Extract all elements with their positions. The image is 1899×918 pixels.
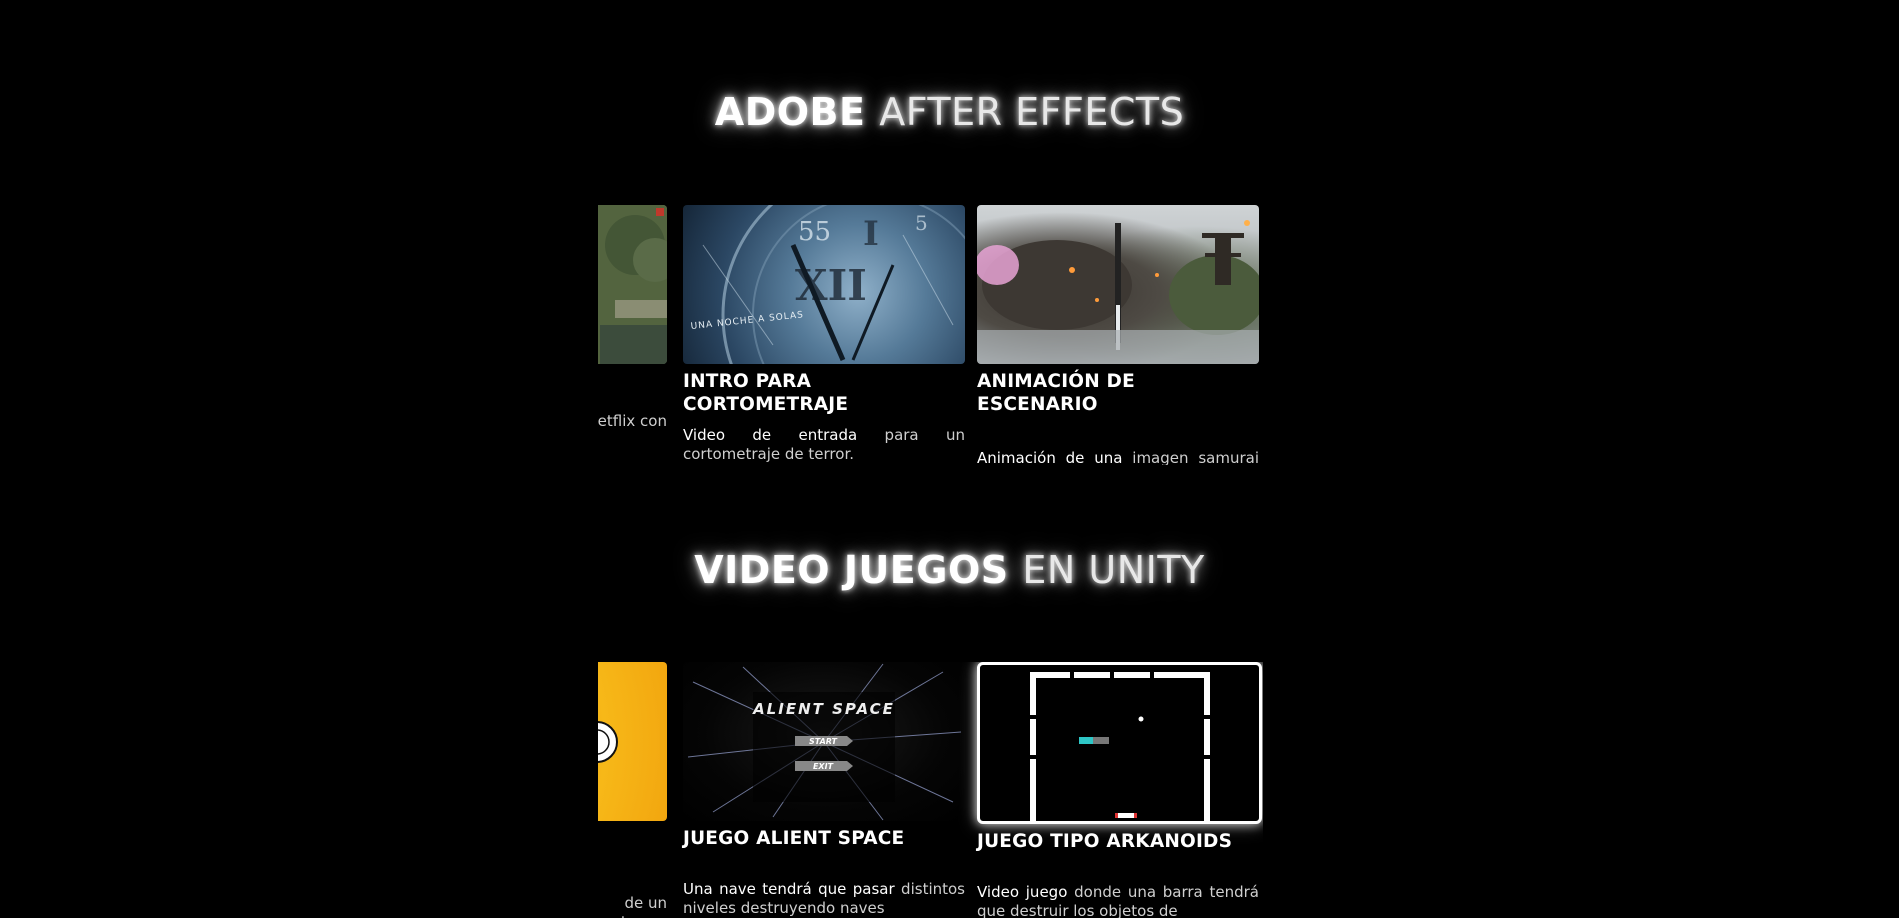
- section-title-light: AFTER EFFECTS: [879, 90, 1185, 134]
- svg-text:5: 5: [915, 211, 928, 235]
- card-title: JUEGO ALIENT SPACE: [683, 828, 905, 849]
- card-title: INTRO PARA CORTOMETRAJE: [683, 371, 849, 415]
- svg-text:UNA NOCHE A SOLAS: UNA NOCHE A SOLAS: [690, 310, 804, 332]
- svg-text:EXIT: EXIT: [813, 762, 834, 771]
- project-thumbnail[interactable]: [977, 205, 1259, 364]
- project-card-arkanoids[interactable]: JUEGO TIPO ARKANOIDS Video juego donde u…: [977, 662, 1262, 918]
- card-title: ANIMACIÓN DE ESCENARIO: [977, 371, 1135, 415]
- section-title-video-juegos: VIDEO JUEGOS EN UNITY: [0, 548, 1899, 592]
- card-description: letflix con: [598, 412, 667, 431]
- card-description: Video juego donde una barra tendrá que d…: [977, 883, 1259, 918]
- video-juegos-carousel[interactable]: de un e atrapar: [598, 662, 1263, 918]
- project-thumbnail[interactable]: ALIENT SPACE START EXIT: [683, 662, 965, 821]
- card-description: de un e atrapar: [598, 875, 667, 918]
- yellow-game-image: [598, 721, 618, 763]
- after-effects-carousel[interactable]: letflix con 55 XII I 5 UNA NOCHE A SOLAS: [598, 205, 1263, 465]
- portfolio-page: ADOBE AFTER EFFECTS letflix con 55 XII I…: [0, 0, 1899, 918]
- alient-space-image: ALIENT SPACE START EXIT: [687, 663, 962, 821]
- project-thumbnail[interactable]: 55 XII I 5 UNA NOCHE A SOLAS: [683, 205, 965, 364]
- card-desc-highlight: Animación de una: [977, 449, 1123, 465]
- card-description: Video de entrada para un cortometraje de…: [683, 426, 965, 464]
- project-card-netflix[interactable]: letflix con: [598, 205, 667, 431]
- arkanoids-image: [1030, 672, 1210, 821]
- card-desc-text: de un e atrapar: [598, 894, 667, 918]
- park-scene-image: [598, 205, 667, 364]
- section-title-bold: ADOBE: [714, 90, 866, 134]
- section-title-after-effects: ADOBE AFTER EFFECTS: [0, 90, 1899, 134]
- card-desc-highlight: Video de entrada: [683, 426, 858, 444]
- card-title: JUEGO TIPO ARKANOIDS: [977, 831, 1233, 852]
- svg-text:55: 55: [798, 217, 831, 247]
- card-description: Una nave tendrá que pasar distintos nive…: [683, 880, 965, 918]
- project-card-intro-cortometraje[interactable]: 55 XII I 5 UNA NOCHE A SOLAS INTRO PARA …: [683, 205, 965, 464]
- svg-text:ALIENT SPACE: ALIENT SPACE: [752, 700, 895, 718]
- project-thumbnail[interactable]: [977, 662, 1262, 824]
- card-description: Animación de una imagen samurai estática…: [977, 449, 1259, 465]
- card-desc-highlight: Una nave tendrá que pasar: [683, 880, 895, 898]
- section-title-bold: VIDEO JUEGOS: [694, 548, 1009, 592]
- project-thumbnail[interactable]: [598, 205, 667, 364]
- card-desc-highlight: Video juego: [977, 883, 1068, 901]
- svg-text:I: I: [863, 214, 879, 254]
- project-card-partial-game[interactable]: de un e atrapar: [598, 662, 667, 918]
- card-desc-text: letflix con: [598, 412, 667, 430]
- svg-text:START: START: [809, 737, 838, 746]
- samurai-scene-image: [977, 220, 1259, 364]
- section-title-light: EN UNITY: [1022, 548, 1205, 592]
- project-card-animacion-escenario[interactable]: ANIMACIÓN DE ESCENARIO Animación de una …: [977, 205, 1259, 465]
- project-card-alient-space[interactable]: ALIENT SPACE START EXIT JUEGO ALIENT SPA…: [683, 662, 965, 918]
- clock-image: 55 XII I 5 UNA NOCHE A SOLAS: [690, 205, 965, 364]
- project-thumbnail[interactable]: [598, 662, 667, 821]
